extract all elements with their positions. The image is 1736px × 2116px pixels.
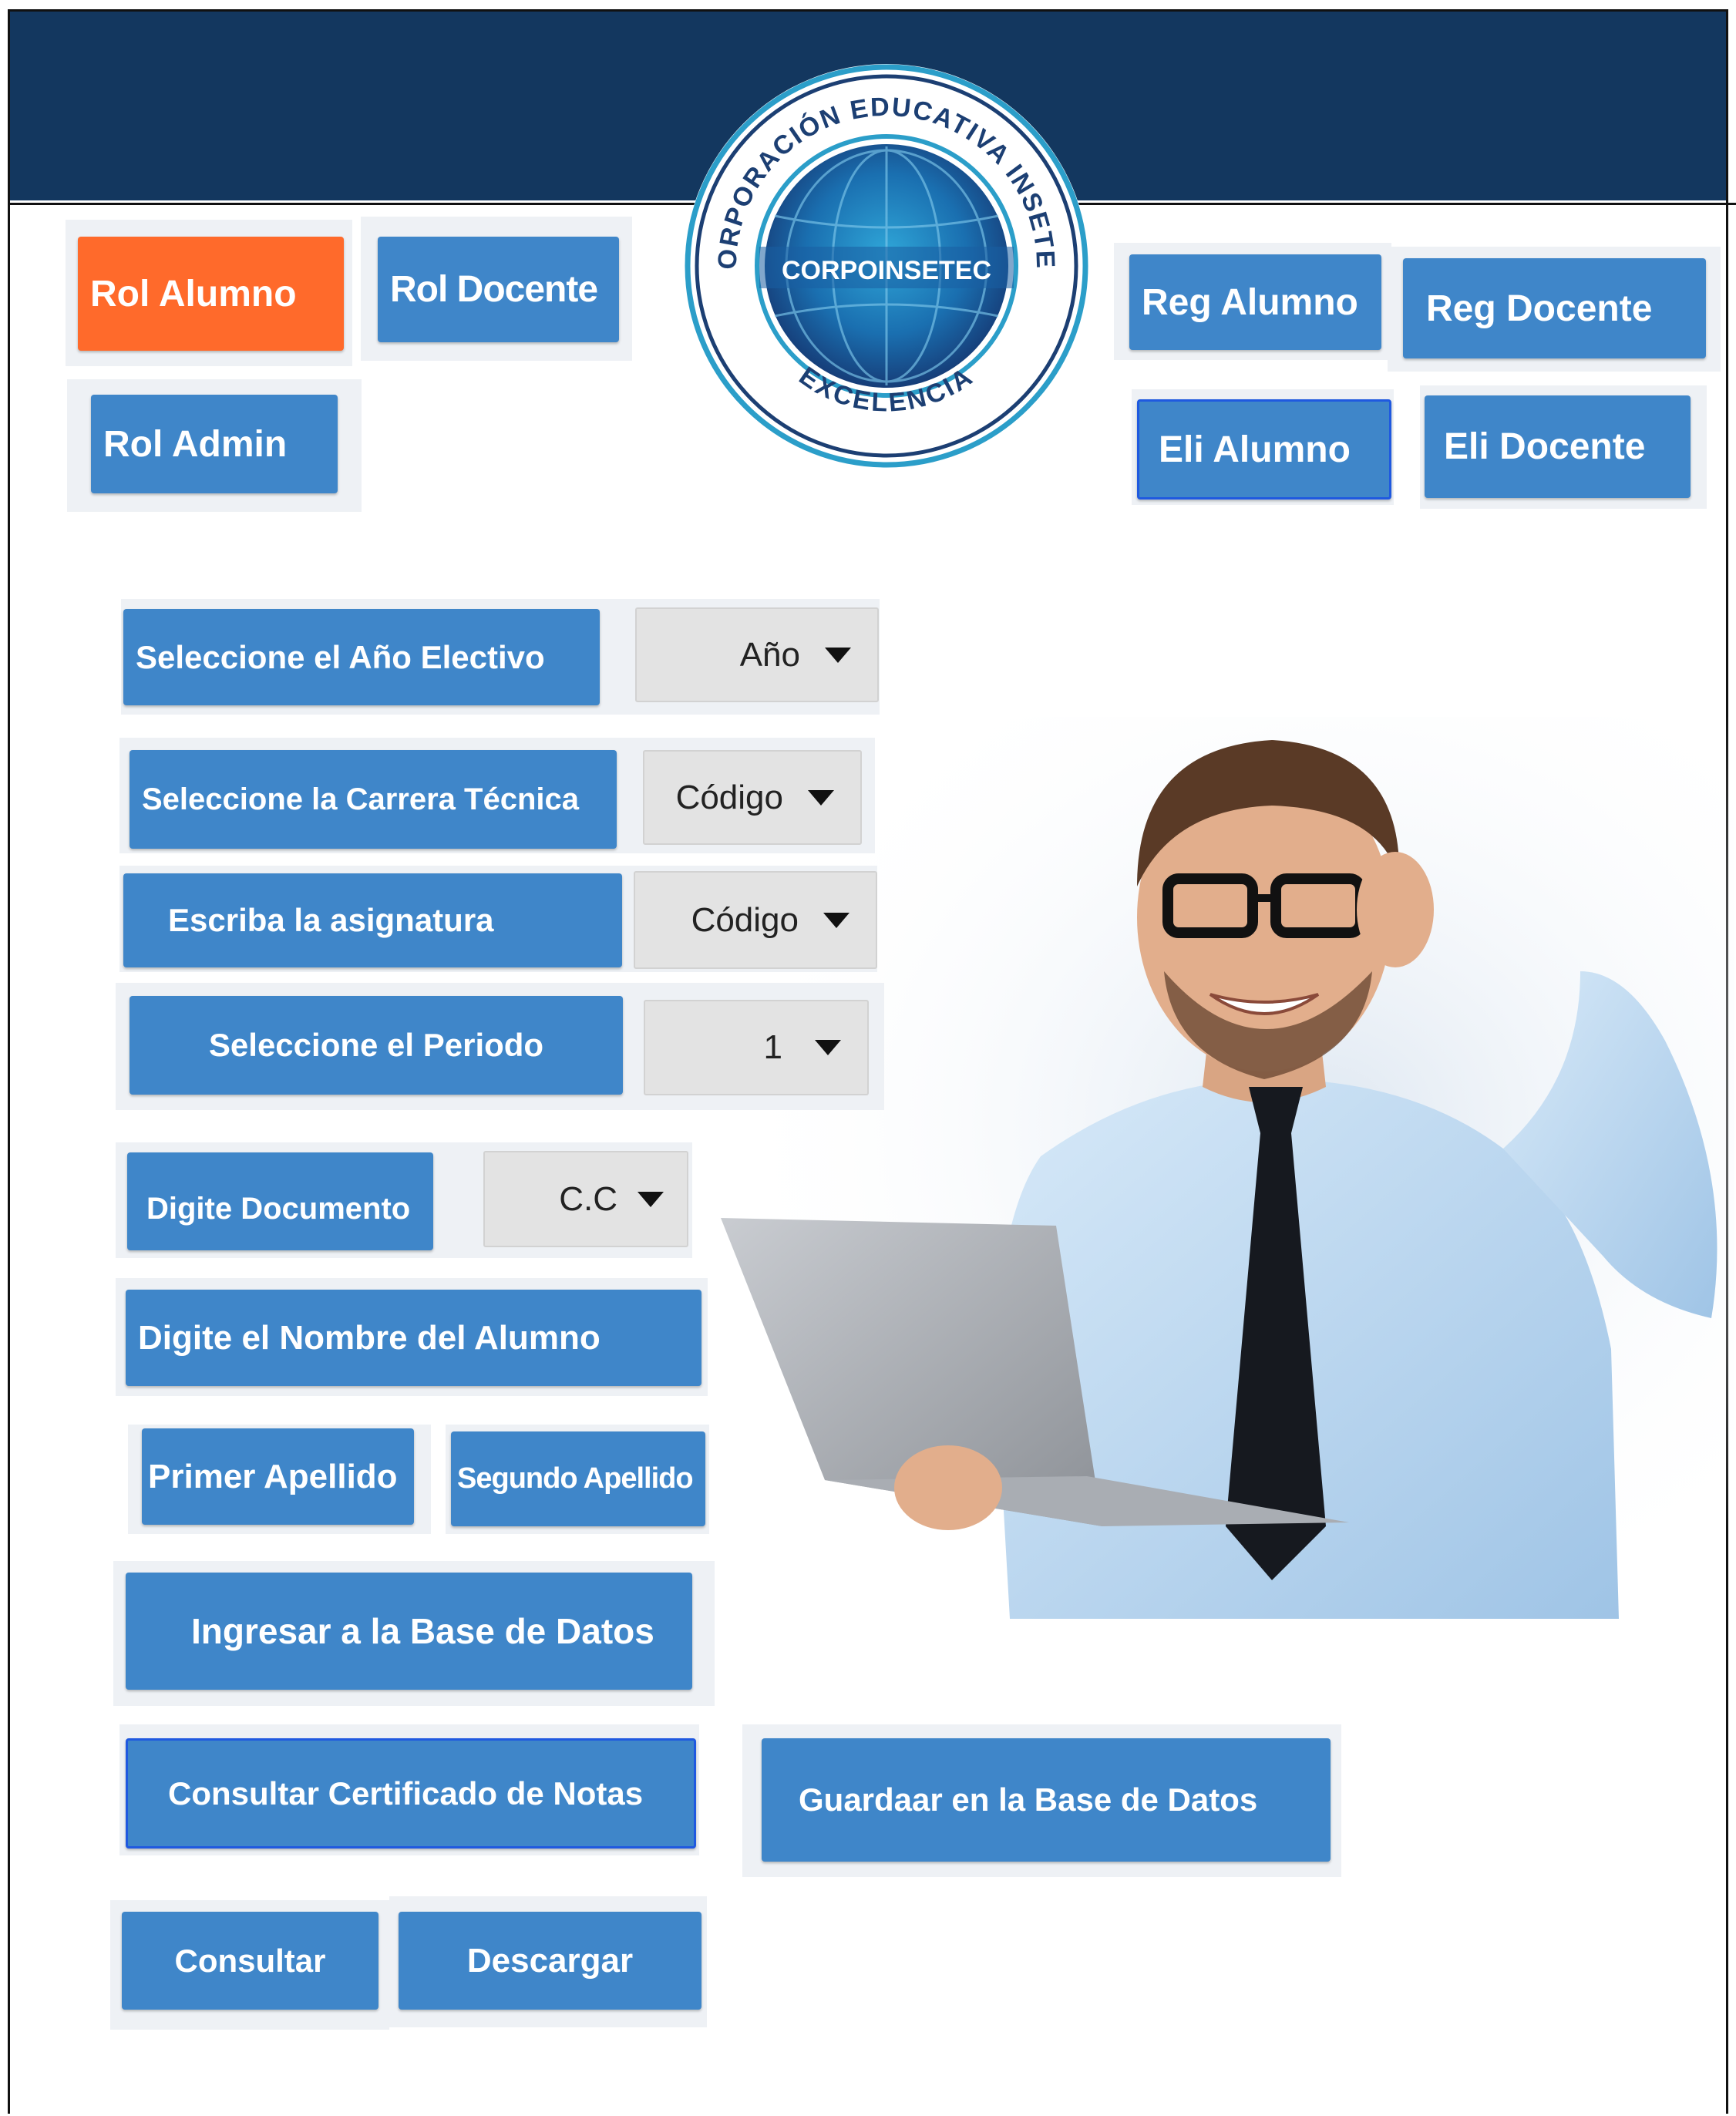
chevron-down-icon bbox=[638, 1191, 664, 1207]
rol-alumno-button[interactable]: Rol Alumno bbox=[78, 237, 344, 351]
reg-docente-button[interactable]: Reg Docente bbox=[1403, 258, 1706, 358]
subject-select[interactable]: Código bbox=[634, 871, 877, 969]
year-select-value: Año bbox=[739, 635, 800, 674]
rol-admin-button[interactable]: Rol Admin bbox=[91, 395, 338, 493]
second-surname-label[interactable]: Segundo Apellido bbox=[451, 1431, 705, 1526]
eli-docente-button[interactable]: Eli Docente bbox=[1425, 395, 1691, 498]
document-label: Digite Documento bbox=[127, 1152, 433, 1250]
career-select[interactable]: Código bbox=[643, 750, 862, 845]
year-select[interactable]: Año bbox=[635, 607, 879, 702]
eli-alumno-button[interactable]: Eli Alumno bbox=[1137, 399, 1391, 500]
consult-button[interactable]: Consultar bbox=[122, 1912, 378, 2010]
save-database-button[interactable]: Guardaar en la Base de Datos bbox=[762, 1738, 1331, 1862]
enter-database-button[interactable]: Ingresar a la Base de Datos bbox=[126, 1573, 692, 1690]
subject-label: Escriba la asignatura bbox=[123, 873, 622, 967]
student-name-label[interactable]: Digite el Nombre del Alumno bbox=[126, 1290, 701, 1386]
chevron-down-icon bbox=[825, 647, 851, 663]
year-label: Seleccione el Año Electivo bbox=[123, 609, 600, 705]
period-select[interactable]: 1 bbox=[644, 1000, 869, 1095]
download-button[interactable]: Descargar bbox=[399, 1912, 701, 2010]
logo-center-text: CORPOINSETEC bbox=[782, 256, 991, 285]
corpoinsetec-logo: CORPOINSETEC CORPORACIÓN EDUCATIVA INSET… bbox=[682, 62, 1088, 468]
reg-alumno-button[interactable]: Reg Alumno bbox=[1129, 254, 1381, 350]
period-label: Seleccione el Periodo bbox=[130, 996, 623, 1095]
rol-docente-button[interactable]: Rol Docente bbox=[378, 237, 619, 342]
first-surname-label[interactable]: Primer Apellido bbox=[142, 1428, 414, 1525]
document-type-value: C.C bbox=[559, 1179, 617, 1218]
subject-select-value: Código bbox=[691, 900, 799, 939]
period-select-value: 1 bbox=[763, 1028, 782, 1066]
chevron-down-icon bbox=[823, 912, 849, 928]
career-label: Seleccione la Carrera Técnica bbox=[130, 750, 617, 849]
chevron-down-icon bbox=[808, 789, 834, 806]
chevron-down-icon bbox=[815, 1040, 841, 1055]
document-type-select[interactable]: C.C bbox=[483, 1151, 688, 1247]
career-select-value: Código bbox=[675, 778, 783, 816]
consult-certificate-button[interactable]: Consultar Certificado de Notas bbox=[126, 1738, 696, 1849]
